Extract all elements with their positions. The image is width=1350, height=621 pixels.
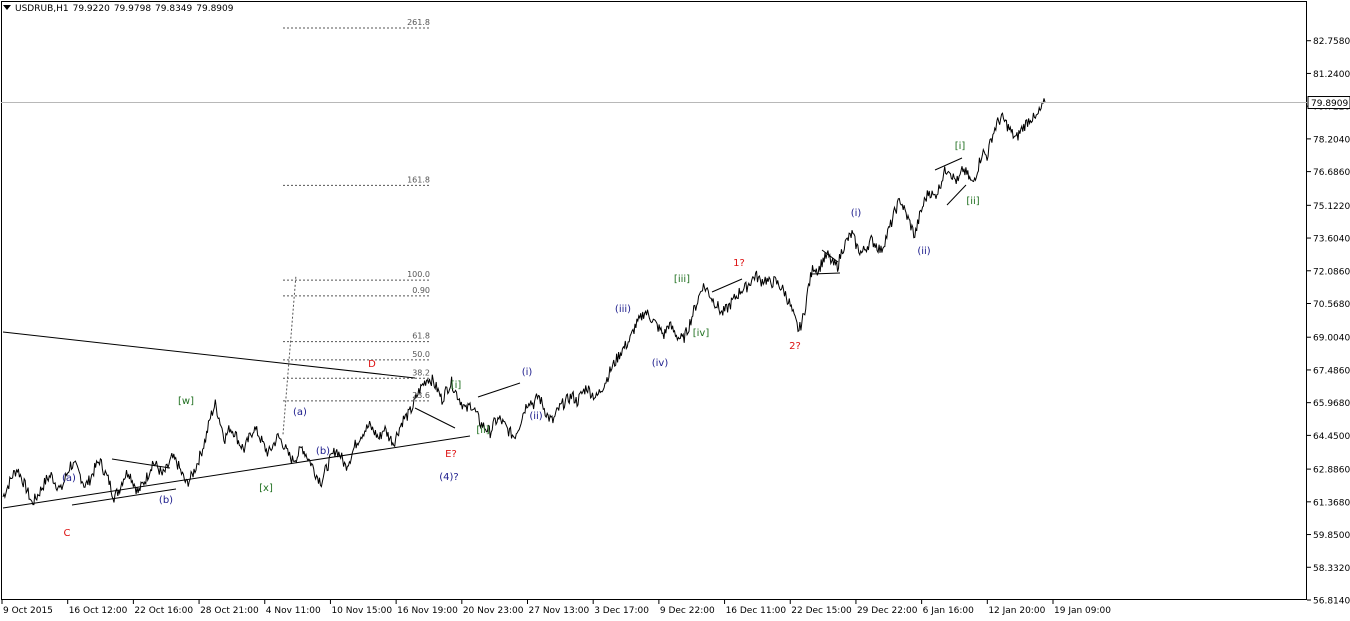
wave-label: (i) bbox=[851, 208, 862, 219]
y-tick-label: 58.3320 bbox=[1313, 564, 1350, 574]
x-tick-label: 4 Nov 11:00 bbox=[266, 606, 321, 616]
chart-header: USDRUB,H1 79.9220 79.9798 79.8349 79.8909 bbox=[3, 4, 237, 14]
wave-label: [iv] bbox=[693, 328, 710, 339]
wave-label: (a) bbox=[293, 407, 307, 418]
wave-label: 2? bbox=[789, 341, 801, 352]
y-tick-label: 75.1220 bbox=[1313, 202, 1350, 212]
wave-label: [x] bbox=[259, 483, 273, 494]
x-tick-label: 9 Oct 2015 bbox=[3, 606, 53, 616]
open-value: 79.9220 bbox=[72, 4, 110, 14]
x-tick-label: 20 Nov 23:00 bbox=[463, 606, 524, 616]
wave-label: (ii) bbox=[917, 246, 930, 257]
x-tick-label: 29 Dec 22:00 bbox=[857, 606, 918, 616]
x-tick-label: 3 Dec 17:00 bbox=[594, 606, 649, 616]
y-tick-label: 67.4860 bbox=[1313, 366, 1350, 376]
y-tick-label: 82.7580 bbox=[1313, 37, 1350, 47]
y-tick-label: 76.6860 bbox=[1313, 168, 1350, 178]
y-tick-label: 61.3680 bbox=[1313, 498, 1350, 508]
x-tick-label: 22 Oct 16:00 bbox=[134, 606, 193, 616]
wave-label: [w] bbox=[178, 396, 194, 407]
x-tick-label: 19 Jan 09:00 bbox=[1054, 606, 1111, 616]
x-tick-label: 22 Dec 15:00 bbox=[791, 606, 852, 616]
chevron-down-icon[interactable] bbox=[3, 5, 11, 10]
y-tick-label: 65.9680 bbox=[1313, 399, 1350, 409]
y-tick-label: 69.0040 bbox=[1313, 334, 1350, 344]
wave-label: (b) bbox=[159, 495, 173, 506]
x-tick-label: 6 Jan 16:00 bbox=[923, 606, 975, 616]
low-value: 79.8349 bbox=[155, 4, 193, 14]
x-tick-label: 9 Dec 22:00 bbox=[660, 606, 715, 616]
x-tick-label: 16 Oct 12:00 bbox=[69, 606, 128, 616]
y-tick-label: 78.2040 bbox=[1313, 135, 1350, 145]
fib-level-label: 61.8 bbox=[412, 332, 430, 341]
y-tick-label: 70.5680 bbox=[1313, 300, 1350, 310]
wave-label: (b) bbox=[316, 446, 330, 457]
wave-label: [i] bbox=[955, 141, 966, 152]
wave-label: (4)? bbox=[439, 472, 458, 483]
x-tick-label: 28 Oct 21:00 bbox=[200, 606, 259, 616]
high-value: 79.9798 bbox=[113, 4, 152, 14]
y-tick-label: 81.2400 bbox=[1313, 70, 1350, 80]
close-value: 79.8909 bbox=[196, 4, 234, 14]
price-chart[interactable]: 9 Oct 2015 16 Oct 12:00 22 Oct 16:00 28 Oct… bbox=[0, 0, 1350, 621]
y-tick-label: 73.6040 bbox=[1313, 235, 1350, 245]
current-price-label: 79.8909 bbox=[1311, 99, 1348, 109]
y-tick-label: 59.8500 bbox=[1313, 531, 1350, 541]
wave-label: (ii) bbox=[529, 411, 542, 422]
wave-label: 1? bbox=[733, 258, 745, 269]
wave-label: (i) bbox=[522, 367, 533, 378]
wave-label: (iv) bbox=[652, 358, 669, 369]
wave-label: (iii) bbox=[615, 304, 631, 315]
chart-background bbox=[0, 0, 1350, 621]
y-tick-label: 62.8860 bbox=[1313, 466, 1350, 476]
wave-label: D bbox=[368, 359, 376, 370]
y-tick-label: 64.4500 bbox=[1313, 432, 1350, 442]
fib-level-label: 100.0 bbox=[407, 270, 430, 279]
wave-label: [i] bbox=[451, 380, 462, 391]
fib-level-label: 161.8 bbox=[407, 175, 430, 184]
x-tick-label: 16 Dec 11:00 bbox=[726, 606, 787, 616]
wave-label: [iii] bbox=[674, 274, 690, 285]
fib-level-label: 0.90 bbox=[412, 286, 430, 295]
y-tick-label: 56.8140 bbox=[1313, 597, 1350, 607]
symbol-label: USDRUB,H1 bbox=[15, 4, 69, 14]
x-tick-label: 27 Nov 13:00 bbox=[529, 606, 590, 616]
fib-level-label: 38.2 bbox=[412, 368, 430, 377]
wave-label: [ii] bbox=[476, 425, 489, 436]
wave-label: C bbox=[64, 528, 71, 539]
x-tick-label: 16 Nov 19:00 bbox=[397, 606, 458, 616]
y-tick-label: 72.0860 bbox=[1313, 267, 1350, 277]
wave-label: (a) bbox=[62, 473, 76, 484]
x-tick-label: 10 Nov 15:00 bbox=[331, 606, 392, 616]
fib-level-label: 261.8 bbox=[407, 18, 430, 27]
x-tick-label: 12 Jan 20:00 bbox=[988, 606, 1045, 616]
fib-level-label: 50.0 bbox=[412, 350, 430, 359]
wave-label: [ii] bbox=[966, 196, 979, 207]
wave-label: E? bbox=[445, 449, 457, 460]
